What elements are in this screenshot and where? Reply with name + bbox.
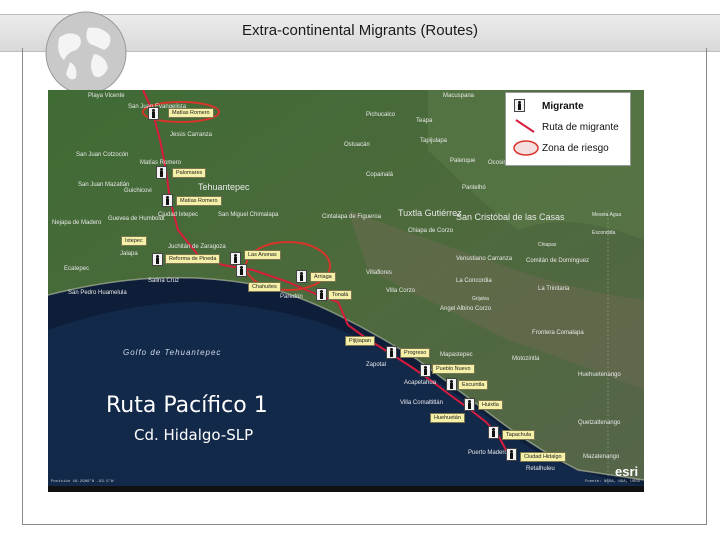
route-label[interactable]: Pueblo Nuevo: [432, 364, 475, 374]
globe-icon: [45, 11, 127, 95]
migrant-icon: [420, 364, 431, 377]
migrant-icon: [316, 288, 327, 301]
map-status-bar: [48, 486, 644, 492]
place-label: Guevea de Humboldt: [108, 216, 165, 222]
place-label: Salina Cruz: [148, 278, 180, 284]
place-label: Pantelhó: [462, 185, 486, 191]
place-label: Quetzaltenango: [578, 420, 621, 426]
place-label: San Pedro Huamelula: [68, 290, 127, 296]
route-label[interactable]: Tapachula: [502, 430, 536, 440]
place-label: Motozintla: [512, 356, 540, 362]
migrant-icon: [156, 166, 167, 179]
place-label: Huehuetenango: [578, 372, 621, 378]
risk-zone-legend-icon: [513, 140, 539, 156]
place-label: Retalhuleu: [526, 466, 555, 472]
place-label: Frontera Comalapa: [532, 330, 584, 336]
place-label: San Juan Mazatlán: [78, 182, 130, 188]
place-label: Grijalva: [472, 296, 489, 302]
place-label: Guichicovi: [124, 188, 152, 194]
place-label: La Concordia: [456, 278, 492, 284]
route-title: Ruta Pacífico 1: [106, 393, 268, 418]
place-label: Mazatenango: [583, 454, 620, 460]
place-label: Tehuantepec: [198, 182, 250, 192]
place-label: Jesús Carranza: [170, 132, 213, 138]
route-subtitle: Cd. Hidalgo-SLP: [134, 426, 254, 444]
route-label[interactable]: Tonalá: [328, 290, 353, 300]
place-label: Chiapas: [538, 242, 557, 248]
route-label[interactable]: Progreso: [400, 348, 431, 358]
route-label[interactable]: Ciudad Hidalgo: [520, 452, 566, 462]
migrant-icon: [236, 264, 247, 277]
place-label: Zapotal: [366, 362, 387, 368]
place-label: Tapijulapa: [420, 138, 448, 144]
migrant-icon: [488, 426, 499, 439]
place-label: Playa Vicente: [88, 93, 125, 99]
route-label[interactable]: Escuintla: [458, 380, 489, 390]
map-status-position: Posición 16.2966°N -93.5°W: [51, 480, 114, 484]
place-label: San Miguel Chimalapa: [218, 212, 279, 218]
legend-route-label: Ruta de migrante: [542, 122, 619, 133]
place-label: San Juan Cotzocón: [76, 152, 129, 158]
place-label: Teapa: [416, 118, 433, 124]
route-label[interactable]: Chahuites: [248, 282, 281, 292]
place-label: Acapetahua: [404, 380, 437, 386]
migrant-icon: [162, 194, 173, 207]
place-label: Paredón: [280, 294, 303, 300]
place-label: Pichucalco: [366, 112, 396, 118]
route-label[interactable]: Huehuetán: [430, 413, 465, 423]
place-label: Mapastepec: [440, 352, 473, 358]
place-label: Villa Corzo: [386, 288, 415, 294]
route-label[interactable]: Huixtla: [478, 400, 503, 410]
place-label: Angel Albino Corzo: [440, 306, 492, 312]
place-label: Comitán de Domínguez: [526, 258, 590, 264]
place-label: Meseta Agua: [592, 212, 622, 218]
place-label: Palenque: [450, 158, 476, 164]
place-label: La Trinitaria: [538, 286, 570, 292]
place-label: Cintalapa de Figueroa: [322, 214, 382, 220]
place-label: Villaflores: [366, 270, 392, 276]
place-label: Chiapa de Corzo: [408, 228, 454, 234]
place-label: Ostuacán: [344, 142, 370, 148]
route-label[interactable]: Ixtepec: [121, 236, 147, 246]
route-map[interactable]: Playa Vicente San Juan Evangelista Jesús…: [48, 90, 644, 492]
route-label[interactable]: Matías Romero: [168, 108, 214, 118]
route-label[interactable]: Arriaga: [310, 272, 336, 282]
route-legend-icon: [515, 119, 535, 133]
migrant-icon: [152, 253, 163, 266]
route-label[interactable]: Palomares: [172, 168, 207, 178]
place-label: Venustiano Carranza: [456, 256, 513, 262]
place-label: Juchitán de Zaragoza: [168, 244, 226, 250]
route-label[interactable]: Las Anonas: [244, 250, 281, 260]
place-label: Jalapa: [120, 251, 138, 257]
place-label: Ciudad Ixtepec: [158, 212, 199, 218]
migrant-icon: [148, 107, 159, 120]
legend-migrant-label: Migrante: [542, 101, 584, 112]
route-label[interactable]: Matías Romero: [176, 196, 222, 206]
migrant-icon: [386, 346, 397, 359]
route-label[interactable]: Reforma de Pineda: [165, 254, 221, 264]
place-label: Macuspana: [443, 93, 475, 99]
map-legend: Migrante Ruta de migrante Zona de riesgo: [505, 92, 631, 166]
place-label: Villa Comaltitlán: [400, 400, 443, 406]
migrant-icon: [296, 270, 307, 283]
place-label: Copainalá: [366, 172, 394, 178]
gulf-label: Golfo de Tehuantepec: [123, 348, 222, 357]
migrant-icon: [506, 448, 517, 461]
place-label: Nejapa de Madero: [52, 220, 102, 226]
route-label[interactable]: Pijijiapan: [345, 336, 376, 346]
migrant-icon: [464, 398, 475, 411]
place-label: Escondida: [592, 230, 616, 236]
place-label: Puerto Madero: [468, 450, 508, 456]
migrant-legend-icon: [514, 99, 525, 112]
map-status-source: Fuente: NASA, NGA, USGS: [584, 480, 640, 484]
esri-logo: esri: [615, 464, 639, 479]
migrant-icon: [446, 378, 457, 391]
place-label: Ecatepec: [64, 266, 90, 272]
legend-risk-zone-label: Zona de riesgo: [542, 143, 609, 154]
place-label: San Cristóbal de las Casas: [456, 212, 565, 222]
place-label: Tuxtla Gutiérrez: [398, 208, 462, 218]
